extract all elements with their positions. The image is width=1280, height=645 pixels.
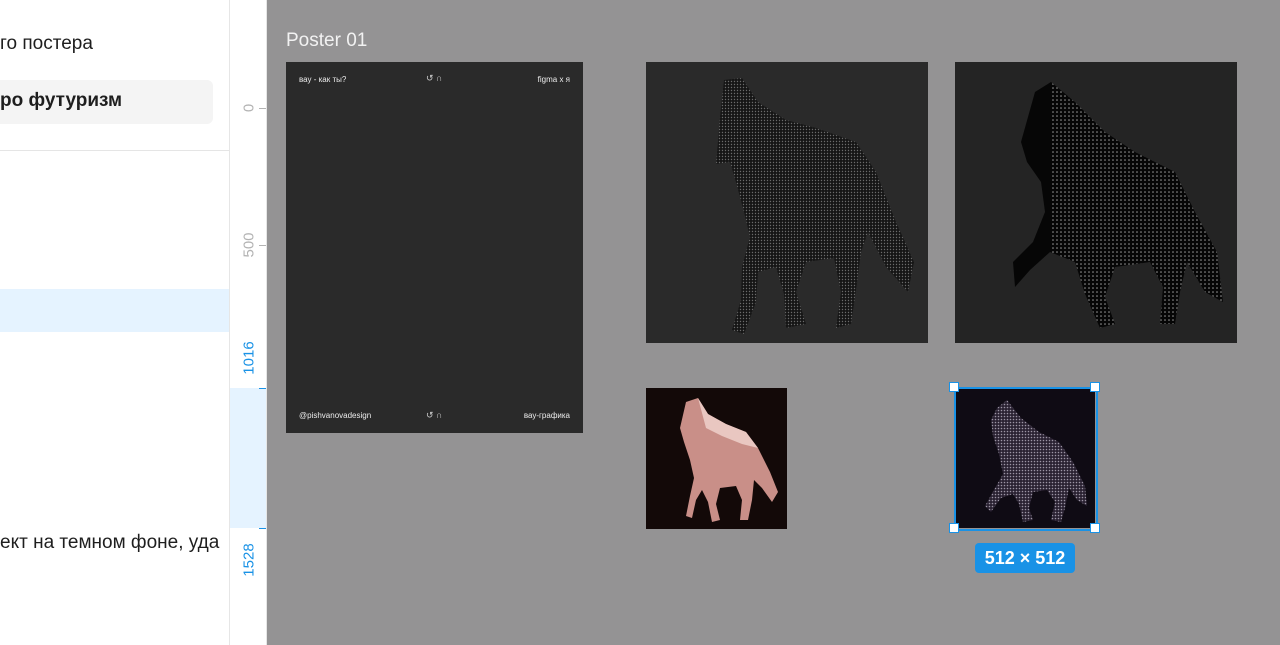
poster-logo-icon: ↺ ∩ bbox=[426, 410, 443, 420]
poster-footer-right: вау-графика bbox=[523, 411, 570, 420]
selection-size-badge: 512 × 512 bbox=[975, 543, 1075, 573]
ruler-tick-selection-start bbox=[259, 388, 266, 389]
ruler-tick bbox=[259, 245, 266, 246]
ruler-label-0: 0 bbox=[240, 103, 258, 113]
resize-handle-bottom-left[interactable] bbox=[949, 523, 959, 533]
resize-handle-bottom-right[interactable] bbox=[1090, 523, 1100, 533]
ruler-tick bbox=[259, 108, 266, 109]
style-chip-label: ро футуризм bbox=[0, 90, 123, 111]
prompt-description-text: ект на темном фоне, уда bbox=[0, 532, 220, 553]
ruler-label-selection-end: 1528 bbox=[240, 543, 258, 577]
horse-illustration bbox=[716, 78, 914, 334]
horse-illustration bbox=[680, 398, 778, 522]
horse-image-3[interactable] bbox=[646, 388, 787, 529]
poster-logo-icon: ↺ ∩ bbox=[426, 73, 443, 83]
resize-handle-top-right[interactable] bbox=[1090, 382, 1100, 392]
horse-image-1[interactable] bbox=[646, 62, 928, 343]
poster-header-left: вау - как ты? bbox=[299, 75, 347, 84]
ruler-tick-selection-end bbox=[259, 528, 266, 529]
resize-handle-top-left[interactable] bbox=[949, 382, 959, 392]
ruler-label-500: 500 bbox=[240, 232, 258, 258]
frame-label[interactable]: Poster 01 bbox=[286, 30, 367, 52]
poster-header-right: figma x я bbox=[537, 75, 570, 84]
vertical-ruler[interactable]: 0 500 1016 1528 bbox=[229, 0, 267, 645]
ruler-label-selection-start: 1016 bbox=[240, 341, 258, 375]
prompt-title-text: го постера bbox=[0, 33, 93, 54]
left-panel: го постера ро футуризм ект на темном фон… bbox=[0, 0, 229, 645]
horse-illustration bbox=[1013, 82, 1223, 328]
poster-footer-left: @pishvanovadesign bbox=[299, 411, 372, 420]
poster-frame[interactable]: вау - как ты? ↺ ∩ figma x я @pishvanovad… bbox=[286, 62, 583, 433]
panel-divider bbox=[0, 150, 229, 151]
selected-layer-row[interactable] bbox=[0, 289, 229, 332]
ruler-selection-range bbox=[230, 388, 266, 528]
selection-box[interactable] bbox=[954, 387, 1098, 531]
design-canvas[interactable]: Poster 01 вау - как ты? ↺ ∩ figma x я @p… bbox=[267, 0, 1280, 645]
horse-image-2[interactable] bbox=[955, 62, 1237, 343]
